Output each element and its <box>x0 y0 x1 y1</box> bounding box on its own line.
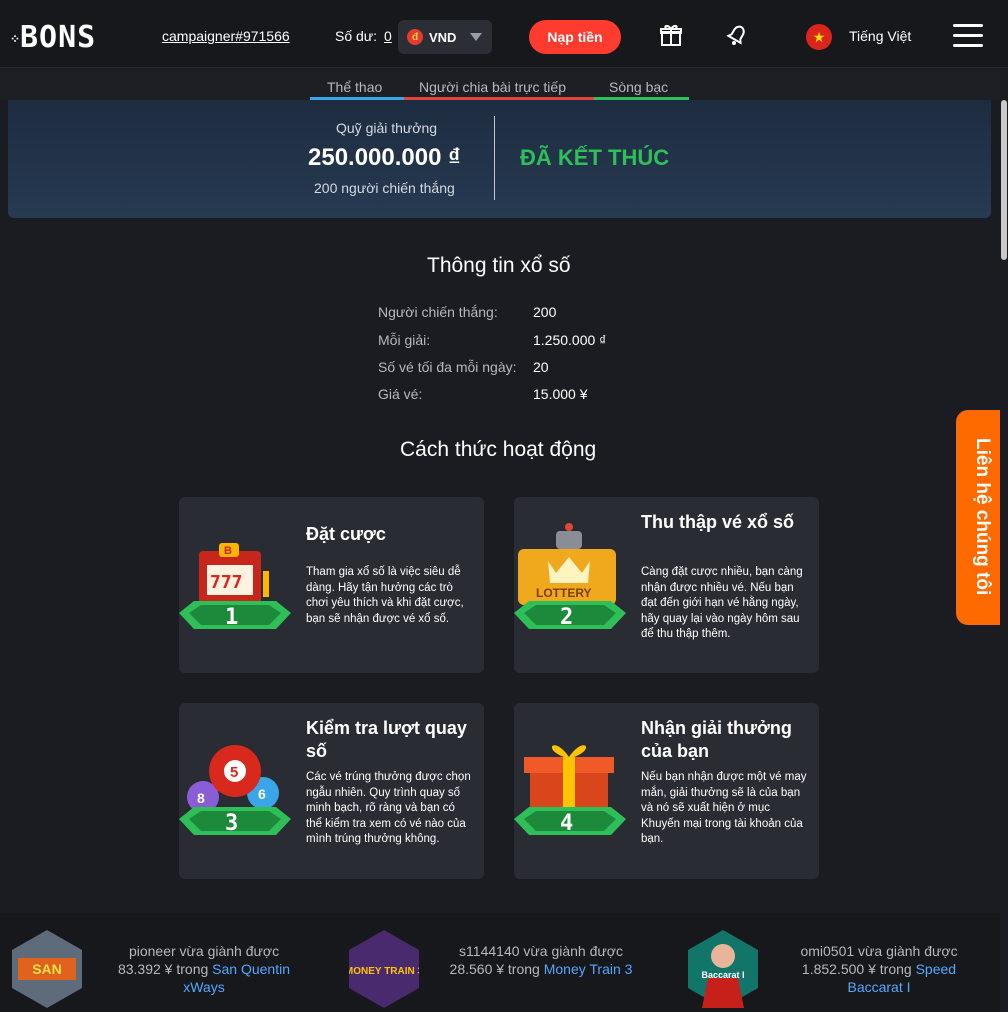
game-thumbnail-san-quentin[interactable]: SAN <box>12 930 82 1008</box>
recent-win-item: s1144140 vừa giành được 28.560 ¥ trong M… <box>449 943 633 977</box>
chevron-down-icon <box>470 33 482 41</box>
step-card-bet: 777 B 1 Đặt cược Tham gia xổ số là việc … <box>179 497 484 673</box>
svg-text:6: 6 <box>258 786 266 802</box>
info-value-winners: 200 <box>533 304 557 320</box>
site-logo[interactable]: ⁘BONS <box>10 20 96 55</box>
svg-text:4: 4 <box>560 811 573 836</box>
svg-text:8: 8 <box>197 790 205 806</box>
info-value-max-tickets: 20 <box>533 359 549 375</box>
vietnam-flag-icon[interactable]: ★ <box>806 24 832 50</box>
info-label-per-prize: Mỗi giải: <box>378 332 431 348</box>
lottery-balls-icon: 8 6 5 3 <box>179 745 291 836</box>
winners-count-text: 200 người chiến thắng <box>314 180 455 196</box>
step-description: Càng đặt cược nhiều, bạn càng nhận được … <box>641 566 803 640</box>
info-value-per-prize: 1.250.000 ₫ <box>533 332 607 348</box>
step-title: Thu thập vé xổ số <box>641 512 795 532</box>
banner-divider <box>494 116 495 200</box>
prize-fund-label: Quỹ giải thưởng <box>336 120 438 136</box>
dong-coin-icon: đ <box>407 29 423 45</box>
info-value-ticket-price: 15.000 ¥ <box>533 386 588 402</box>
step-description: Nếu bạn nhận được một vé may mắn, giải t… <box>641 771 807 845</box>
game-thumbnail-money-train[interactable]: MONEY TRAIN 3 <box>349 930 419 1008</box>
tab-sports[interactable]: Thể thao <box>327 79 382 95</box>
step-title: Nhận giải thưởng của bạn <box>641 718 792 761</box>
game-link[interactable]: Money Train 3 <box>544 961 633 977</box>
info-label-winners: Người chiến thắng: <box>378 304 498 320</box>
username-link[interactable]: campaigner#971566 <box>162 28 290 44</box>
step-title: Đặt cược <box>306 524 386 544</box>
recent-win-item: pioneer vừa giành được 83.392 ¥ trong Sa… <box>117 943 291 995</box>
svg-text:B: B <box>224 545 232 557</box>
tab-live-dealer[interactable]: Người chia bài trực tiếp <box>419 79 566 95</box>
step-description: Các vé trúng thưởng được chọn ngẫu nhiên… <box>306 771 471 845</box>
svg-text:2: 2 <box>560 605 573 630</box>
svg-text:SAN: SAN <box>32 961 62 977</box>
svg-text:LOTTERY: LOTTERY <box>536 586 592 600</box>
slot-machine-icon: 777 B 1 <box>179 543 291 630</box>
prize-banner <box>8 100 991 218</box>
svg-text:Baccarat I: Baccarat I <box>701 970 744 980</box>
currency-select[interactable]: đ VND <box>398 20 492 54</box>
step-card-draw: 8 6 5 3 Kiểm tra lượt quay số Các vé trú… <box>179 703 484 879</box>
svg-text:5: 5 <box>230 764 238 781</box>
deposit-button[interactable]: Nạp tiền <box>529 20 621 54</box>
top-header: ⁘BONS campaigner#971566 Số dư: 0 đ VND N… <box>0 0 1008 68</box>
step-card-prize: 4 Nhận giải thưởng của bạn Nếu bạn nhận … <box>514 703 819 879</box>
tab-casino[interactable]: Sòng bạc <box>609 79 668 95</box>
svg-text:777: 777 <box>210 572 243 593</box>
how-it-works-title: Cách thức hoạt động <box>400 438 597 461</box>
game-thumbnail-speed-baccarat[interactable]: Baccarat I <box>688 930 758 1008</box>
language-label[interactable]: Tiếng Việt <box>849 28 911 44</box>
step-card-collect: LOTTERY 2 Thu thập vé xổ số Càng đặt cượ… <box>514 497 819 673</box>
bell-icon[interactable] <box>724 22 750 48</box>
contact-us-label[interactable]: Liên hệ chúng tôi <box>963 438 993 598</box>
balance-label: Số dư: <box>335 28 378 44</box>
lottery-info-title: Thông tin xổ số <box>427 254 571 277</box>
lottery-machine-icon: LOTTERY 2 <box>514 523 626 630</box>
gift-icon[interactable] <box>658 22 684 48</box>
lottery-status: ĐÃ KẾT THÚC <box>520 145 670 170</box>
gift-box-icon: 4 <box>514 745 626 836</box>
info-label-ticket-price: Giá vé: <box>378 386 423 402</box>
balance-value[interactable]: 0 <box>384 28 392 44</box>
prize-fund-value: 250.000.000 ₫ <box>308 144 461 171</box>
info-label-max-tickets: Số vé tối đa mỗi ngày: <box>378 359 517 375</box>
step-description: Tham gia xổ số là việc siêu dễ dàng. Hãy… <box>306 566 464 625</box>
hamburger-menu-icon[interactable] <box>953 24 983 48</box>
scrollbar-thumb[interactable] <box>1001 100 1007 260</box>
currency-code: VND <box>429 29 457 45</box>
svg-text:1: 1 <box>225 605 238 630</box>
svg-text:3: 3 <box>225 811 238 836</box>
svg-text:MONEY TRAIN 3: MONEY TRAIN 3 <box>349 966 419 977</box>
recent-win-item: omi0501 vừa giành được 1.852.500 ¥ trong… <box>800 943 958 995</box>
step-title: Kiểm tra lượt quay số <box>306 718 467 761</box>
